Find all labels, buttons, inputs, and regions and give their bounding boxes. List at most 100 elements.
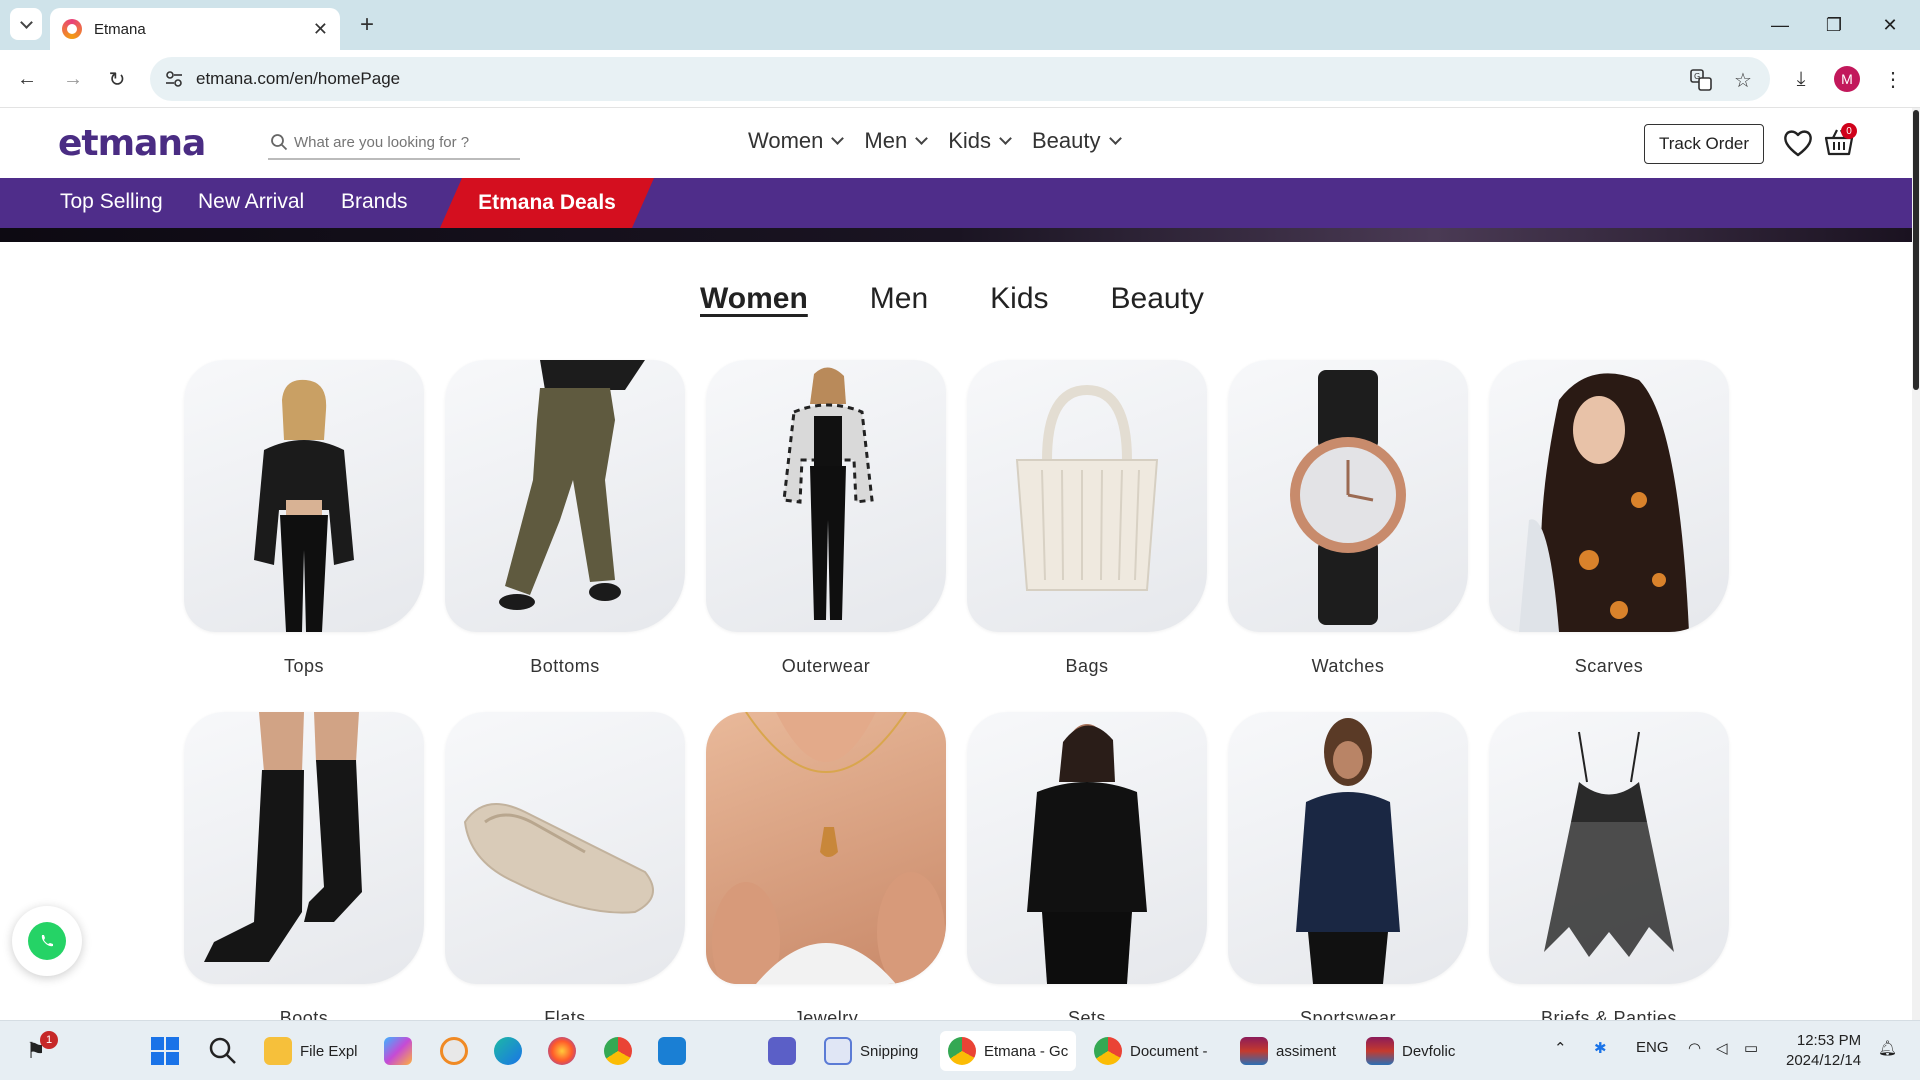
nav-men[interactable]: Men xyxy=(864,128,929,154)
close-icon[interactable]: ✕ xyxy=(313,19,328,40)
bluetooth-icon[interactable]: ✱ xyxy=(1594,1039,1607,1057)
tab-search-button[interactable] xyxy=(10,8,42,40)
taskbar-search-app[interactable] xyxy=(440,1031,468,1071)
taskbar-copilot[interactable] xyxy=(384,1031,412,1071)
sub-nav-bar: Top Selling New Arrival Brands Etmana De… xyxy=(0,178,1912,228)
browser-tab-etmana[interactable]: Etmana ✕ xyxy=(50,8,340,50)
taskbar-chrome-document[interactable]: Document - xyxy=(1094,1031,1208,1071)
chevron-down-icon xyxy=(999,131,1012,145)
taskbar-vscode[interactable] xyxy=(658,1031,686,1071)
etmana-deals-button[interactable]: Etmana Deals xyxy=(440,178,654,228)
tab-women[interactable]: Women xyxy=(700,282,808,316)
back-button[interactable]: ← xyxy=(10,62,44,96)
nav-kids[interactable]: Kids xyxy=(948,128,1012,154)
scarves-image xyxy=(1489,360,1729,632)
category-label: Bottoms xyxy=(530,656,600,676)
translate-icon[interactable]: G xyxy=(1688,67,1714,93)
category-card-jewelry[interactable]: Jewelry xyxy=(706,712,946,1029)
taskbar-winrar-devfolic[interactable]: Devfolic xyxy=(1366,1031,1455,1071)
category-card-tops[interactable]: Tops xyxy=(184,360,424,677)
scrollbar-thumb[interactable] xyxy=(1913,110,1919,390)
taskbar-snipping[interactable]: Snipping xyxy=(824,1031,918,1071)
category-card-boots[interactable]: Boots xyxy=(184,712,424,1029)
archive-icon xyxy=(1366,1037,1394,1065)
taskbar-firefox[interactable] xyxy=(548,1031,576,1071)
chrome-icon xyxy=(604,1037,632,1065)
sets-image xyxy=(967,712,1207,984)
download-icon[interactable]: ⤓ xyxy=(1784,62,1818,96)
window-close-button[interactable]: ✕ xyxy=(1860,8,1920,42)
whatsapp-icon xyxy=(28,922,66,960)
etmana-favicon-icon xyxy=(62,19,82,39)
browser-menu-icon[interactable]: ⋮ xyxy=(1876,62,1910,96)
restore-button[interactable]: ❐ xyxy=(1804,8,1864,42)
whatsapp-chat-button[interactable] xyxy=(12,906,82,976)
start-button[interactable] xyxy=(150,1031,180,1071)
subnav-new-arrival[interactable]: New Arrival xyxy=(198,190,304,214)
search-input[interactable] xyxy=(268,133,478,151)
tray-overflow-icon[interactable]: ⌃ xyxy=(1554,1039,1567,1057)
category-label: Scarves xyxy=(1574,656,1644,676)
sportswear-image xyxy=(1228,712,1468,984)
system-clock[interactable]: 12:53 PM 2024/12/14 xyxy=(1786,1031,1861,1071)
taskbar-chrome-etmana[interactable]: Etmana - Gc xyxy=(940,1031,1077,1071)
wishlist-heart-icon[interactable] xyxy=(1782,128,1814,158)
language-indicator[interactable]: ENG xyxy=(1636,1039,1669,1056)
forward-button[interactable]: → xyxy=(56,62,90,96)
notification-badge: 1 xyxy=(40,1031,58,1049)
windows-start-icon xyxy=(151,1037,179,1065)
category-card-bags[interactable]: Bags xyxy=(967,360,1207,677)
archive-icon xyxy=(1240,1037,1268,1065)
taskbar-teams[interactable] xyxy=(768,1031,796,1071)
tab-title: Etmana xyxy=(94,20,146,38)
category-card-outerwear[interactable]: Outerwear xyxy=(706,360,946,677)
tab-kids[interactable]: Kids xyxy=(990,282,1048,316)
new-tab-button[interactable]: + xyxy=(352,10,382,40)
search-icon xyxy=(271,134,288,151)
main-nav: Women Men Kids Beauty xyxy=(748,128,1122,154)
taskbar-app-label: Snipping xyxy=(860,1042,919,1060)
category-card-sportswear[interactable]: Sportswear xyxy=(1228,712,1468,1029)
chevron-down-icon xyxy=(831,131,845,145)
taskbar-file-explorer[interactable]: File Expl xyxy=(264,1031,358,1071)
briefs-panties-image xyxy=(1489,712,1729,984)
taskbar-edge[interactable] xyxy=(494,1031,522,1071)
track-order-button[interactable]: Track Order xyxy=(1644,124,1764,164)
volume-icon[interactable]: ◁ xyxy=(1716,1039,1728,1057)
category-label: Tops xyxy=(283,656,325,676)
reload-button[interactable]: ↻ xyxy=(100,62,134,96)
notifications-bell-icon[interactable]: 🔔︎ xyxy=(1878,1039,1897,1057)
category-card-scarves[interactable]: Scarves xyxy=(1489,360,1729,677)
search-icon xyxy=(209,1037,236,1064)
bookmark-star-icon[interactable]: ☆ xyxy=(1730,67,1756,93)
category-card-flats[interactable]: Flats xyxy=(445,712,685,1029)
taskbar-app-label: assiment xyxy=(1276,1042,1337,1060)
tab-men[interactable]: Men xyxy=(870,282,928,316)
profile-avatar[interactable]: M xyxy=(1830,62,1864,96)
subnav-top-selling[interactable]: Top Selling xyxy=(60,190,163,214)
taskbar-chrome[interactable] xyxy=(604,1031,632,1071)
category-card-watches[interactable]: Watches xyxy=(1228,360,1468,677)
site-logo[interactable]: etmana xyxy=(58,123,206,164)
nav-label: Kids xyxy=(948,128,991,153)
address-bar[interactable]: etmana.com/en/homePage G ☆ xyxy=(150,57,1770,101)
nav-label: Men xyxy=(864,128,908,153)
boots-image xyxy=(184,712,424,984)
wifi-icon[interactable]: ◠ xyxy=(1688,1039,1701,1057)
nav-beauty[interactable]: Beauty xyxy=(1032,128,1122,154)
tab-beauty[interactable]: Beauty xyxy=(1111,282,1204,316)
category-card-bottoms[interactable]: Bottoms xyxy=(445,360,685,677)
nav-women[interactable]: Women xyxy=(748,128,845,154)
chrome-icon xyxy=(948,1037,976,1065)
battery-icon[interactable]: ▭ xyxy=(1744,1039,1758,1057)
category-label: Bags xyxy=(1065,656,1109,676)
minimize-button[interactable]: — xyxy=(1750,8,1810,42)
site-info-icon[interactable] xyxy=(164,69,184,89)
taskbar-search-button[interactable] xyxy=(208,1031,238,1071)
browser-toolbar: ← → ↻ etmana.com/en/homePage G ☆ ⤓ M ⋮ xyxy=(0,50,1920,108)
subnav-brands[interactable]: Brands xyxy=(341,190,408,214)
category-card-briefs-panties[interactable]: Briefs & Panties xyxy=(1489,712,1729,1029)
search-box[interactable] xyxy=(268,126,520,160)
category-card-sets[interactable]: Sets xyxy=(967,712,1207,1029)
taskbar-winrar-assiment[interactable]: assiment xyxy=(1240,1031,1336,1071)
